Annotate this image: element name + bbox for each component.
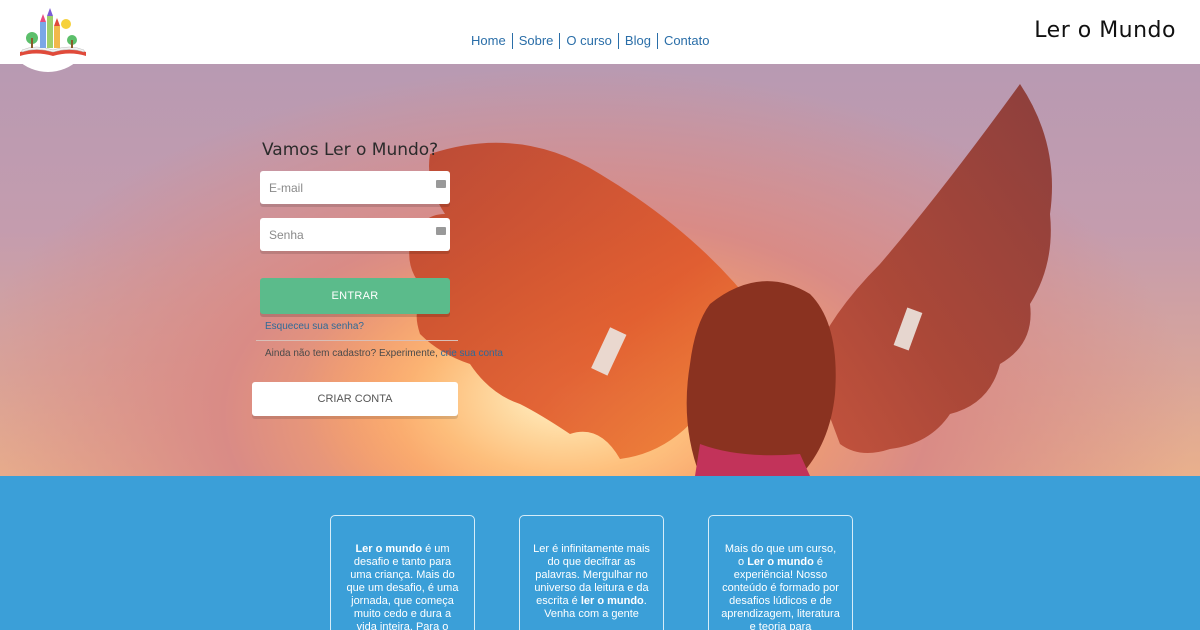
- card-highlight: Ler o mundo: [355, 543, 423, 555]
- form-divider: [256, 340, 458, 341]
- card-highlight: ler o mundo: [580, 595, 644, 607]
- main-nav: Home Sobre O curso Blog Contato: [465, 33, 715, 49]
- info-card: Ler o mundo é um desafio e tanto para um…: [330, 515, 475, 630]
- nav-contato[interactable]: Contato: [658, 33, 716, 49]
- email-placeholder: E-mail: [269, 180, 304, 195]
- enter-button[interactable]: ENTRAR: [260, 278, 450, 314]
- signup-hint-text: Ainda não tem cadastro? Experimente,: [265, 348, 441, 359]
- about-section: Ler o mundo é um desafio e tanto para um…: [0, 476, 1200, 630]
- info-card: Mais do que um curso, o Ler o mundo é ex…: [708, 515, 853, 630]
- logo-book-castle-icon: [20, 8, 86, 56]
- email-field[interactable]: E-mail: [260, 171, 450, 204]
- nav-sobre[interactable]: Sobre: [513, 33, 560, 49]
- info-card: Ler é infinitamente mais do que decifrar…: [519, 515, 664, 630]
- signup-hint: Ainda não tem cadastro? Experimente, cri…: [265, 348, 503, 359]
- hero-winged-child-image: [300, 84, 1052, 476]
- nav-blog[interactable]: Blog: [619, 33, 657, 49]
- forgot-password-link[interactable]: Esqueceu sua senha?: [265, 321, 364, 332]
- site-header: Home Sobre O curso Blog Contato Ler o Mu…: [0, 0, 1200, 72]
- login-title: Vamos Ler o Mundo?: [262, 140, 439, 160]
- nav-o-curso[interactable]: O curso: [560, 33, 618, 49]
- password-placeholder: Senha: [269, 227, 304, 242]
- brand-title: Ler o Mundo: [1034, 18, 1176, 43]
- autofill-key-icon[interactable]: [436, 180, 446, 188]
- nav-home[interactable]: Home: [465, 33, 512, 49]
- autofill-key-icon[interactable]: [436, 227, 446, 235]
- card-text: é um desafio e tanto para uma criança. M…: [346, 543, 459, 630]
- hero-banner: Vamos Ler o Mundo? E-mail Senha ENTRAR E…: [0, 64, 1200, 476]
- create-account-button[interactable]: CRIAR CONTA: [252, 382, 458, 416]
- card-highlight: Ler o mundo: [747, 556, 814, 568]
- password-field[interactable]: Senha: [260, 218, 450, 251]
- logo[interactable]: [4, 0, 92, 72]
- create-account-link[interactable]: crie sua conta: [441, 348, 503, 359]
